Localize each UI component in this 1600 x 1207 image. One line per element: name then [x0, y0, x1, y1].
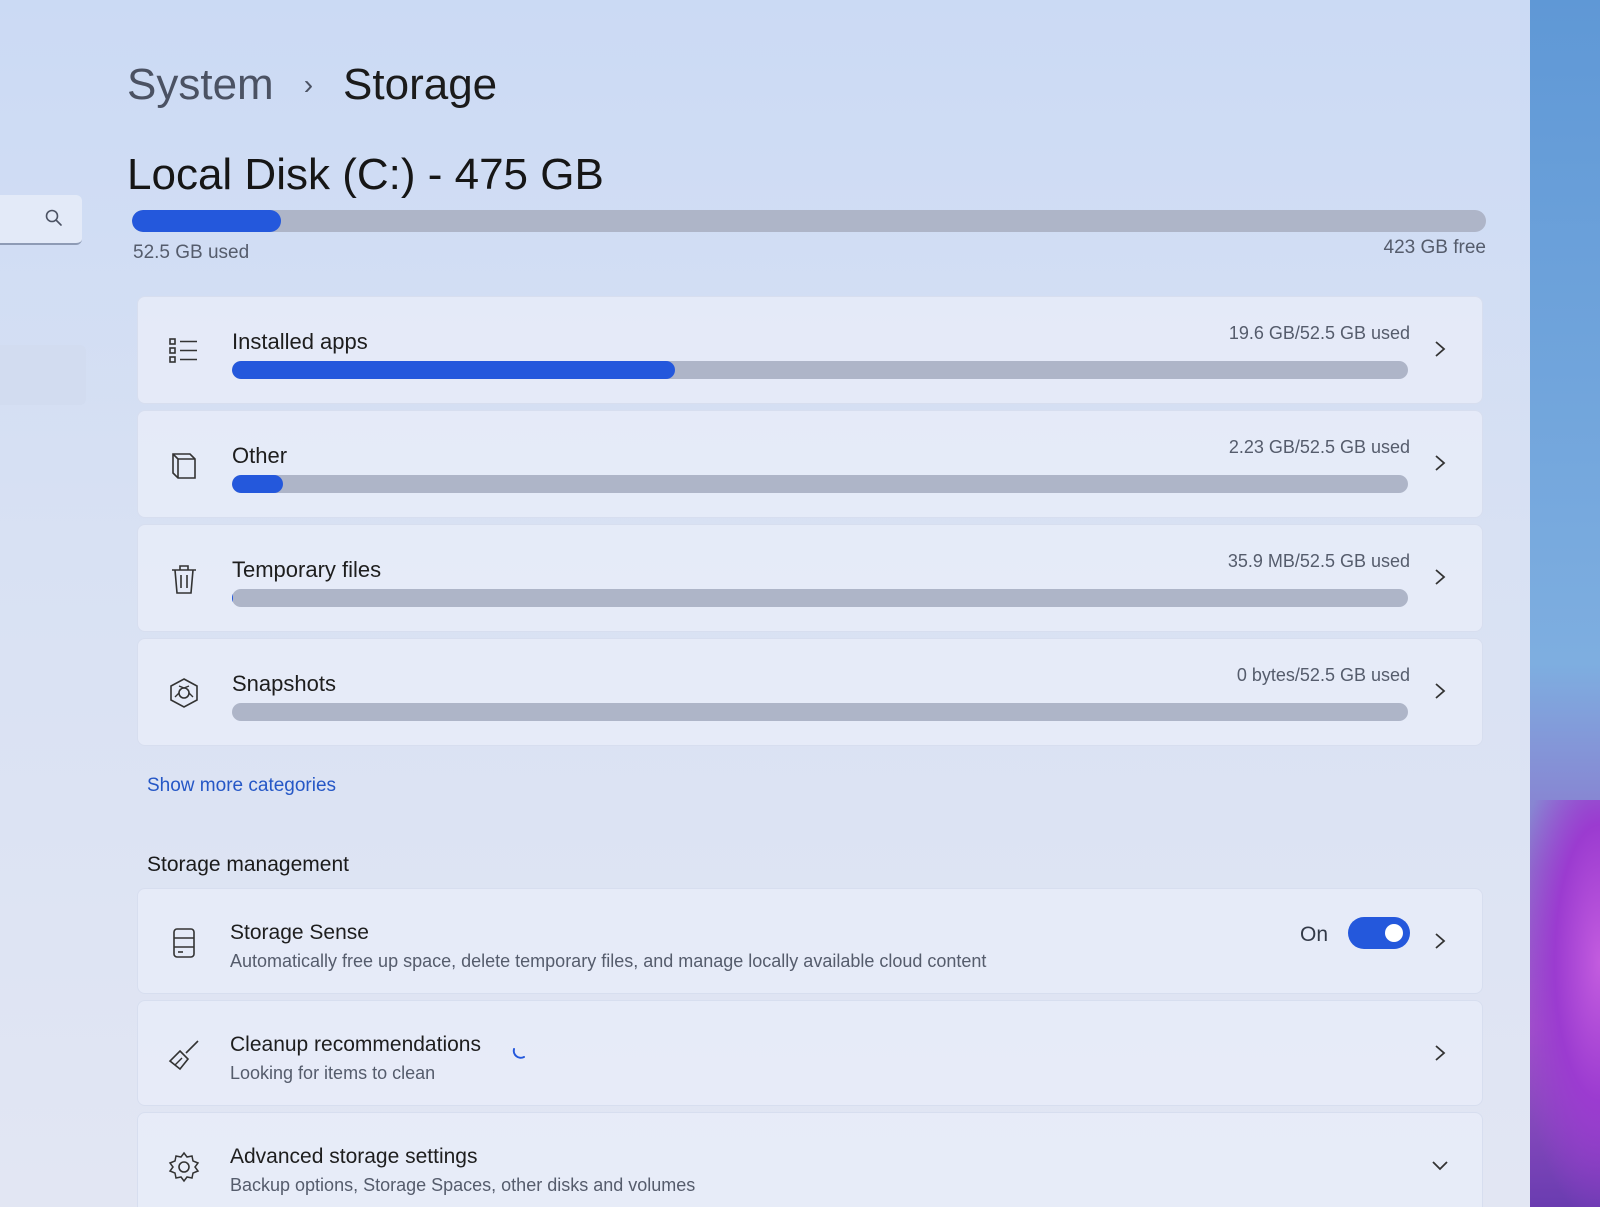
settings-window: System › Storage Local Disk (C:) - 475 G…: [0, 0, 1530, 1207]
loading-spinner-icon: [510, 1041, 530, 1061]
category-label: Temporary files: [232, 557, 382, 582]
search-icon: [44, 208, 64, 233]
disk-usage-fill: [132, 210, 281, 232]
advanced-storage-settings-title: Advanced storage settings: [230, 1145, 478, 1168]
wallpaper-bloom: [1520, 800, 1600, 1207]
breadcrumb-parent[interactable]: System: [127, 60, 274, 110]
chevron-right-icon: [1430, 679, 1450, 703]
chevron-right-icon: [1430, 565, 1450, 589]
category-label: Snapshots: [232, 671, 336, 696]
category-amount: 19.6 GB/52.5 GB used: [1228, 323, 1410, 343]
category-amount: 35.9 MB/52.5 GB used: [1227, 551, 1410, 571]
breadcrumb-separator: ›: [303, 69, 314, 100]
breadcrumb: System › Storage: [127, 60, 497, 110]
category-usage-bar: [232, 589, 1408, 607]
trash-icon: [166, 561, 202, 597]
category-installed-apps[interactable]: Installed apps 19.6 GB/52.5 GB used: [137, 296, 1483, 404]
show-more-categories-link[interactable]: Show more categories: [147, 775, 336, 797]
storage-sense-title: Storage Sense: [230, 921, 369, 944]
storage-drive-icon: [166, 925, 202, 961]
advanced-storage-settings-row[interactable]: Advanced storage settings Backup options…: [137, 1112, 1483, 1207]
chevron-right-icon: [1430, 337, 1450, 361]
category-temporary-files[interactable]: Temporary files 35.9 MB/52.5 GB used: [137, 524, 1483, 632]
cleanup-recommendations-description: Looking for items to clean: [230, 1063, 436, 1083]
disk-free-label: 423 GB free: [1383, 237, 1486, 258]
chevron-down-icon: [1430, 1153, 1450, 1177]
search-input[interactable]: [0, 195, 82, 245]
chevron-right-icon: [1430, 451, 1450, 475]
disk-title: Local Disk (C:) - 475 GB: [127, 150, 604, 199]
toggle-state-label: On: [1299, 923, 1328, 946]
section-title: Storage management: [147, 853, 349, 876]
storage-sense-description: Automatically free up space, delete temp…: [230, 951, 987, 971]
disk-used-label: 52.5 GB used: [133, 242, 250, 263]
category-usage-bar: [232, 361, 1408, 379]
broom-icon: [166, 1037, 202, 1073]
category-label: Installed apps: [232, 329, 368, 354]
chevron-right-icon: [1430, 929, 1450, 953]
category-snapshots[interactable]: Snapshots 0 bytes/52.5 GB used: [137, 638, 1483, 746]
advanced-storage-settings-description: Backup options, Storage Spaces, other di…: [230, 1175, 696, 1195]
storage-sense-row[interactable]: Storage Sense Automatically free up spac…: [137, 888, 1483, 994]
document-icon: [166, 447, 202, 483]
category-usage-bar: [232, 475, 1408, 493]
gear-icon: [166, 1149, 202, 1185]
category-amount: 0 bytes/52.5 GB used: [1236, 665, 1410, 685]
category-usage-fill: [232, 589, 234, 607]
category-usage-fill: [232, 361, 676, 379]
category-usage-bar: [232, 703, 1408, 721]
page-title: Storage: [343, 60, 498, 109]
category-other[interactable]: Other 2.23 GB/52.5 GB used: [137, 410, 1483, 518]
cleanup-recommendations-row[interactable]: Cleanup recommendations Looking for item…: [137, 1000, 1483, 1106]
list-icon: [166, 333, 202, 369]
disk-usage-bar: [132, 210, 1486, 232]
storage-sense-toggle[interactable]: [1348, 917, 1410, 949]
category-usage-fill: [232, 475, 283, 493]
chevron-right-icon: [1430, 1041, 1450, 1065]
sidebar-selected-item[interactable]: [0, 345, 86, 405]
category-label: Other: [232, 443, 288, 468]
toggle-knob: [1385, 924, 1403, 942]
snapshot-icon: [166, 675, 202, 711]
cleanup-recommendations-title: Cleanup recommendations: [230, 1033, 481, 1056]
category-amount: 2.23 GB/52.5 GB used: [1228, 437, 1410, 457]
